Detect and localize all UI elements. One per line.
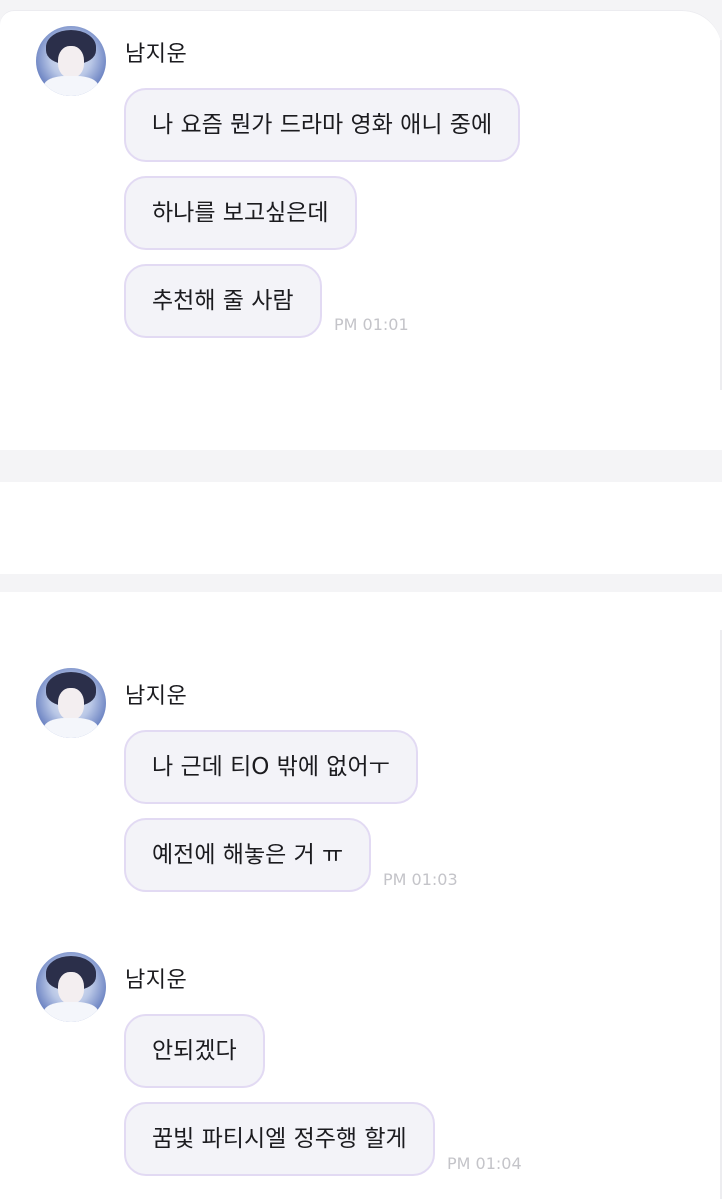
sender-name: 남지운 bbox=[125, 968, 188, 993]
message-bubble[interactable]: 나 근데 티O 밖에 없어ㅜ bbox=[124, 730, 418, 804]
message-bubble[interactable]: 하나를 보고싶은데 bbox=[124, 176, 357, 250]
message-bubble[interactable]: 나 요즘 뭔가 드라마 영화 애니 중에 bbox=[124, 88, 521, 162]
message-timestamp: PM 01:03 bbox=[383, 870, 458, 889]
message-bubble[interactable]: 안되겠다 bbox=[124, 1014, 265, 1088]
avatar[interactable] bbox=[36, 952, 106, 1022]
avatar[interactable] bbox=[36, 668, 106, 738]
sender-name: 남지운 bbox=[125, 42, 188, 67]
chat-panel-spacer bbox=[0, 482, 722, 574]
message-bubble[interactable]: 추천해 줄 사람 bbox=[124, 264, 322, 338]
sender-name: 남지운 bbox=[125, 684, 188, 709]
chat-panel-top bbox=[0, 10, 722, 450]
message-timestamp: PM 01:01 bbox=[334, 315, 409, 334]
message-bubble[interactable]: 꿈빛 파티시엘 정주행 할게 bbox=[124, 1102, 435, 1176]
message-bubble[interactable]: 예전에 해놓은 거 ㅠ bbox=[124, 818, 372, 892]
avatar[interactable] bbox=[36, 26, 106, 96]
message-timestamp: PM 01:04 bbox=[447, 1154, 522, 1173]
